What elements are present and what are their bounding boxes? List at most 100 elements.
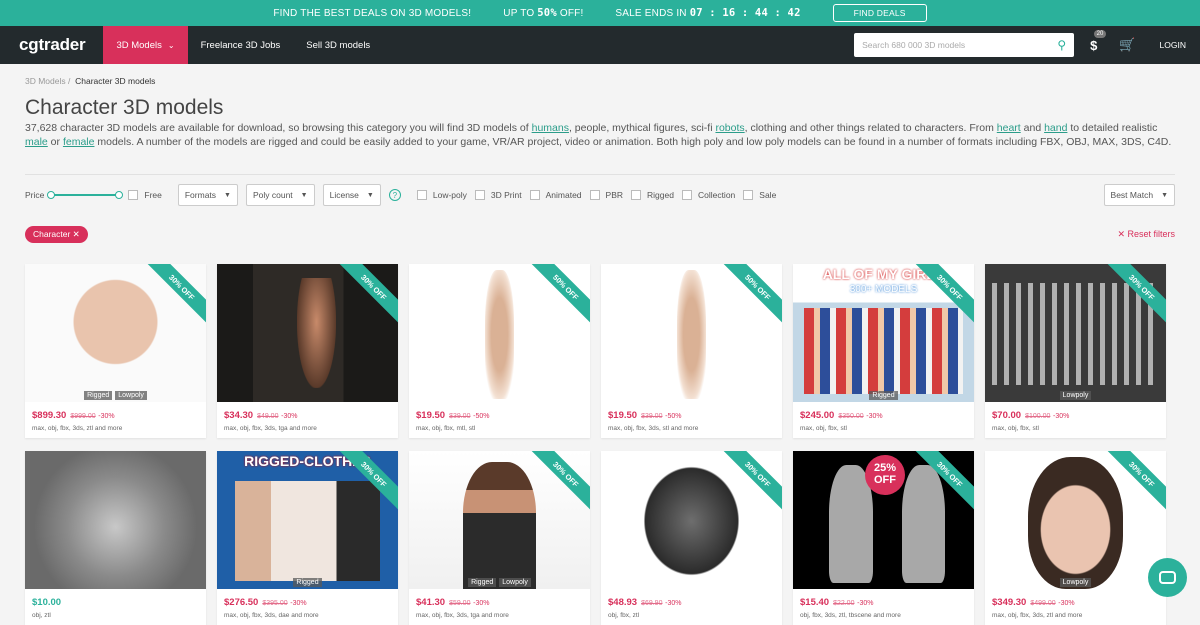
product-thumbnail[interactable]: 30% OFF	[217, 264, 398, 402]
discount-percent: -30%	[281, 413, 298, 420]
poly-count-dropdown[interactable]: Poly count ▼	[245, 184, 315, 206]
old-price: $350.00	[838, 413, 864, 420]
product-thumbnail[interactable]: 50% OFF	[601, 264, 782, 402]
old-price: $59.00	[449, 600, 471, 607]
product-card[interactable]: 30% OFF Rigged Lowpoly $41.30 $59.00 -30% max…	[409, 451, 590, 625]
dollar-icon[interactable]: $20	[1090, 29, 1107, 53]
product-thumbnail[interactable]	[25, 451, 206, 589]
lowpoly-checkbox[interactable]: Low-poly	[416, 190, 467, 200]
product-price: $899.30 $999.00 -30%	[32, 410, 115, 421]
pbr-checkbox[interactable]: PBR	[589, 190, 623, 200]
discount-percent: -30%	[866, 413, 883, 420]
discount-percent: -30%	[98, 413, 115, 420]
product-price: $70.00 $100.00 -30%	[992, 410, 1070, 421]
discount-ribbon: 30% OFF	[334, 264, 398, 327]
product-grid: 30% OFF Rigged Lowpoly $899.30 $999.00 -30% m…	[25, 264, 1166, 625]
product-card[interactable]: 25% OFF 30% OFF $15.40 $22.00 -30% obj, fbx,…	[793, 451, 974, 625]
rigged-checkbox[interactable]: Rigged	[631, 190, 674, 200]
model-tag: Rigged	[293, 578, 322, 587]
breadcrumb: 3D Models / Character 3D models	[25, 76, 156, 86]
model-tag: Lowpoly	[1059, 391, 1092, 400]
promo-text: FIND THE BEST DEALS ON 3D MODELS!	[273, 7, 472, 19]
product-thumbnail[interactable]: 30% OFF Rigged Lowpoly	[409, 451, 590, 589]
animated-checkbox[interactable]: Animated	[529, 190, 582, 200]
model-tag: Rigged	[468, 578, 497, 587]
product-card[interactable]: ALL OF MY GIRLS 300+ MODELS 30% OFF Rigged $…	[793, 264, 974, 438]
discount-ribbon: 30% OFF	[526, 451, 590, 514]
formats-dropdown[interactable]: Formats ▼	[177, 184, 238, 206]
login-link[interactable]: LOGIN	[1160, 40, 1186, 50]
product-thumbnail[interactable]: 30% OFF	[601, 451, 782, 589]
discount-ribbon: 30% OFF	[1102, 264, 1166, 327]
search-icon[interactable]: ⚲	[1057, 38, 1066, 52]
discount-ribbon: 30% OFF	[1102, 451, 1166, 514]
divider	[25, 174, 1175, 175]
product-formats: max, obj, fbx, 3ds, tga and more	[224, 425, 317, 432]
product-card[interactable]: 30% OFF $34.30 $49.00 -30% max, obj, fbx, 3…	[217, 264, 398, 438]
product-card[interactable]: 30% OFF $48.93 $69.90 -30% obj, fbx, ztl	[601, 451, 782, 625]
logo[interactable]: cgtrader	[0, 35, 103, 55]
3dprint-checkbox[interactable]: 3D Print	[474, 190, 522, 200]
link-humans[interactable]: humans	[532, 122, 569, 134]
product-formats: obj, ztl	[32, 612, 51, 619]
product-card[interactable]: 30% OFF Rigged Lowpoly $899.30 $999.00 -30% m…	[25, 264, 206, 438]
sale-badge: 25% OFF	[865, 455, 905, 495]
sort-dropdown[interactable]: Best Match ▼	[1103, 184, 1175, 206]
product-thumbnail[interactable]: 30% OFF Lowpoly	[985, 264, 1166, 402]
link-heart[interactable]: heart	[997, 122, 1021, 134]
breadcrumb-current: Character 3D models	[75, 76, 156, 86]
product-card[interactable]: 50% OFF $19.50 $39.00 -50% max, obj, fbx, m…	[409, 264, 590, 438]
cart-icon[interactable]: 🛒	[1119, 37, 1135, 53]
product-thumbnail[interactable]: 50% OFF	[409, 264, 590, 402]
model-tag: Lowpoly	[1059, 578, 1092, 587]
product-card[interactable]: $10.00 obj, ztl	[25, 451, 206, 625]
discount-percent: -30%	[1058, 600, 1075, 607]
link-hand[interactable]: hand	[1044, 122, 1067, 134]
product-thumbnail[interactable]: 25% OFF 30% OFF	[793, 451, 974, 589]
notification-badge: 20	[1093, 29, 1107, 38]
old-price: $499.00	[1030, 600, 1056, 607]
product-thumbnail[interactable]: ALL OF MY GIRLS 300+ MODELS 30% OFF Rigged	[793, 264, 974, 402]
discount-percent: -30%	[1053, 413, 1070, 420]
product-formats: obj, fbx, ztl	[608, 612, 640, 619]
product-thumbnail[interactable]: RIGGED-CLOTHES 30% OFF Rigged	[217, 451, 398, 589]
active-filter-tag[interactable]: Character ✕	[25, 226, 88, 243]
product-formats: max, obj, fbx, 3ds, ztl and more	[992, 612, 1083, 619]
product-formats: obj, fbx, 3ds, ztl, tbscene and more	[800, 612, 901, 619]
old-price: $22.00	[833, 600, 855, 607]
model-tag: Rigged	[869, 391, 898, 400]
old-price: $395.00	[262, 600, 288, 607]
link-robots[interactable]: robots	[715, 122, 744, 134]
discount-ribbon: 50% OFF	[526, 264, 590, 327]
free-checkbox[interactable]: Free	[128, 190, 162, 200]
link-male[interactable]: male	[25, 136, 48, 148]
category-description: 37,628 character 3D models are available…	[25, 122, 1172, 148]
link-female[interactable]: female	[63, 136, 95, 148]
product-price: $15.40 $22.00 -30%	[800, 597, 874, 608]
product-price: $19.50 $39.00 -50%	[608, 410, 682, 421]
product-formats: max, obj, fbx, 3ds, tga and more	[416, 612, 509, 619]
reset-filters-link[interactable]: ✕ Reset filters	[1117, 229, 1175, 240]
old-price: $39.00	[449, 413, 471, 420]
help-icon[interactable]: ?	[388, 189, 401, 201]
sale-checkbox[interactable]: Sale	[743, 190, 776, 200]
product-thumbnail[interactable]: 30% OFF Lowpoly	[985, 451, 1166, 589]
discount-ribbon: 30% OFF	[142, 264, 206, 327]
product-card[interactable]: RIGGED-CLOTHES 30% OFF Rigged $276.50 $395.0…	[217, 451, 398, 625]
search-input[interactable]: Search 680 000 3D models ⚲	[854, 33, 1075, 57]
find-deals-button[interactable]: FIND DEALS	[832, 4, 927, 22]
old-price: $999.00	[70, 413, 96, 420]
product-thumbnail[interactable]: 30% OFF Rigged Lowpoly	[25, 264, 206, 402]
breadcrumb-root[interactable]: 3D Models	[25, 76, 66, 86]
price-slider[interactable]	[47, 191, 124, 199]
nav-sell-models[interactable]: Sell 3D models	[293, 26, 383, 64]
product-card[interactable]: 50% OFF $19.50 $39.00 -50% max, obj, fbx, 3…	[601, 264, 782, 438]
filter-bar: Price Free Formats ▼ Poly count ▼ License ▼…	[25, 183, 1175, 207]
collection-checkbox[interactable]: Collection	[681, 190, 735, 200]
product-card[interactable]: 30% OFF Lowpoly $70.00 $100.00 -30% max, obj…	[985, 264, 1166, 438]
product-card[interactable]: 30% OFF Lowpoly $349.30 $499.00 -30% max, ob…	[985, 451, 1166, 625]
license-dropdown[interactable]: License ▼	[322, 184, 381, 206]
nav-3d-models[interactable]: 3D Models ⌄	[103, 26, 188, 64]
promo-countdown: SALE ENDS IN 07 : 16 : 44 : 42	[615, 7, 801, 19]
nav-freelance-jobs[interactable]: Freelance 3D Jobs	[188, 26, 294, 64]
